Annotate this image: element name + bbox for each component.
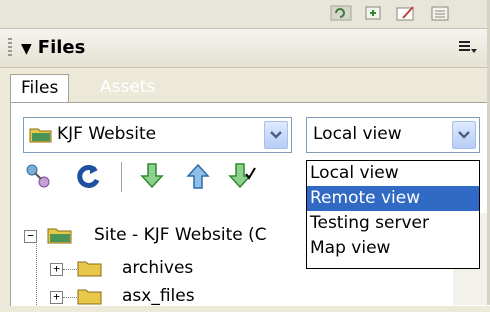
chevron-down-icon: [270, 131, 282, 139]
site-select-value: KJF Website: [57, 124, 157, 144]
site-select[interactable]: KJF Website: [23, 117, 292, 153]
tree-root-label: Site - KJF Website (C: [94, 225, 267, 245]
new-item-icon[interactable]: [362, 4, 384, 22]
list-icon[interactable]: [430, 4, 452, 22]
tree-connector-line: [63, 269, 77, 270]
edit-icon[interactable]: [395, 4, 417, 22]
collapse-triangle-icon[interactable]: ▼: [21, 41, 32, 57]
top-toolbar-strip: [0, 0, 490, 28]
panel-title[interactable]: ▼ Files: [21, 37, 85, 58]
files-panel-header[interactable]: ▼ Files: [0, 28, 490, 68]
view-select-arrow[interactable]: [452, 121, 476, 149]
view-option-local[interactable]: Local view: [307, 161, 479, 186]
connect-icon[interactable]: [24, 162, 52, 190]
put-files-icon[interactable]: [184, 162, 212, 190]
folder-icon: [77, 261, 102, 277]
panel-tabs: Files Assets: [0, 66, 490, 103]
check-out-icon[interactable]: [228, 162, 256, 190]
chevron-down-icon: [458, 131, 470, 139]
refresh-icon[interactable]: [330, 4, 352, 22]
view-select-value: Local view: [313, 124, 402, 144]
tree-item-label: archives: [122, 258, 194, 278]
collapse-toggle-icon[interactable]: −: [24, 230, 37, 243]
tree-connector-line: [63, 297, 77, 298]
expand-toggle-icon[interactable]: +: [50, 263, 63, 276]
site-folder-icon: [29, 128, 52, 143]
view-dropdown-list: Local view Remote view Testing server Ma…: [306, 160, 480, 269]
view-option-map[interactable]: Map view: [307, 236, 479, 261]
tree-item-label: asx_files: [122, 286, 195, 306]
refresh-icon[interactable]: [75, 162, 103, 190]
tree-connector-line: [36, 244, 37, 305]
view-option-remote[interactable]: Remote view: [307, 186, 479, 211]
tab-files[interactable]: Files: [10, 74, 70, 103]
toolbar-separator: [121, 162, 125, 192]
tab-assets[interactable]: Assets: [90, 74, 165, 102]
folder-icon: [77, 289, 102, 305]
panel-options-menu-icon[interactable]: [458, 40, 478, 61]
get-files-icon[interactable]: [138, 162, 166, 190]
folder-icon: [47, 228, 72, 244]
expand-toggle-icon[interactable]: +: [50, 291, 63, 304]
view-select[interactable]: Local view: [306, 117, 480, 153]
site-select-arrow[interactable]: [264, 121, 288, 149]
view-option-testing[interactable]: Testing server: [307, 211, 479, 236]
panel-grip-icon[interactable]: [8, 38, 12, 58]
